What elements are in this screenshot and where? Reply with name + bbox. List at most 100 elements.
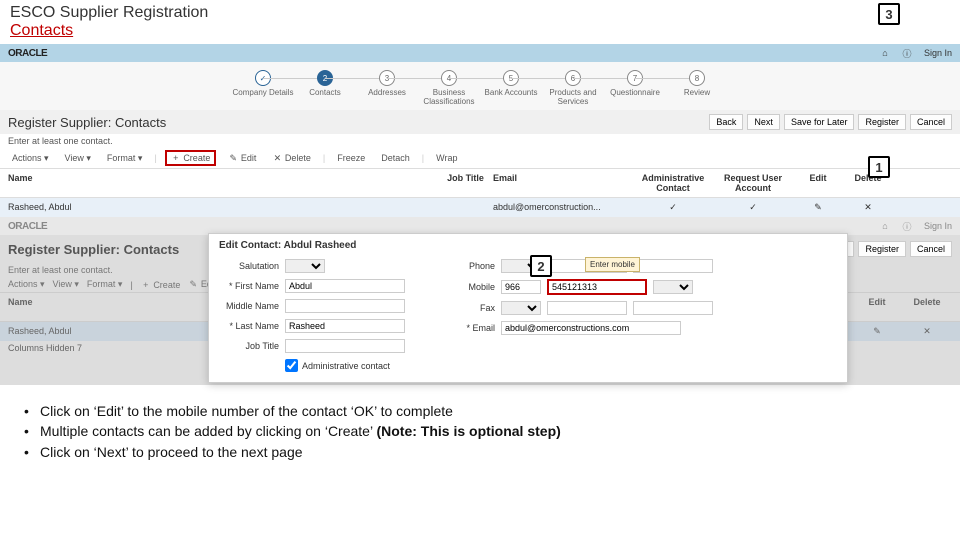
th-edit: Edit [793,173,843,193]
hint-text: Enter at least one contact. [0,134,960,148]
phone-number-input[interactable] [633,259,713,273]
step-8-circle: 8 [689,70,705,86]
step-6-label: Products and Services [542,88,604,106]
view-menu[interactable]: View ▾ [61,152,95,165]
callout-2: 2 [530,255,552,277]
toolbar: Actions ▾ View ▾ Format ▾ | Create Edit … [0,148,960,168]
delete-row-icon [922,326,932,337]
bullet-1: Click on ‘Edit’ to the mobile number of … [24,401,940,421]
modal-title: Edit Contact: Abdul Rasheed [219,240,837,251]
fax-area-input[interactable] [547,301,627,315]
x-icon [272,153,282,164]
job-title-input[interactable] [285,339,405,353]
stepper: Company Details 2Contacts 3Addresses 4Bu… [0,62,960,110]
th-name: Name [8,173,438,193]
bullet-2: Multiple contacts can be added by clicki… [24,421,940,441]
mobile-cc-input[interactable] [501,280,541,294]
middle-name-input[interactable] [285,299,405,313]
table-header: Name Job Title Email Administrative Cont… [0,168,960,198]
step-3-label: Addresses [356,88,418,97]
label-last: Last Name [219,321,279,331]
label-job: Job Title [219,341,279,351]
edit-button[interactable]: Edit [224,152,260,165]
salutation-select[interactable] [285,259,325,273]
create-button[interactable]: Create [165,150,217,166]
plus-icon [171,153,181,163]
format-menu: Format ▾ [87,279,123,290]
label-first: First Name [219,281,279,291]
cell-email: abdul@omerconstruction... [493,202,633,213]
edit-row-icon [872,326,882,337]
th-email: Email [493,173,633,193]
info-icon[interactable] [902,47,912,60]
step-7-label: Questionnaire [604,88,666,97]
slide-subtitle: Contacts [10,22,950,40]
label-middle: Middle Name [219,301,279,311]
back-button[interactable]: Back [709,114,743,130]
page-title: Register Supplier: Contacts [8,115,166,130]
fax-cc-select[interactable] [501,301,541,315]
register-button[interactable]: Register [858,114,906,130]
step-5-label: Bank Accounts [480,88,542,97]
th-job: Job Title [438,173,493,193]
step-4-label: Business Classifications [418,88,480,106]
check-icon [668,202,678,213]
th-edit: Edit [852,297,902,317]
cancel-button[interactable]: Cancel [910,114,952,130]
slide-title: ESCO Supplier Registration [10,4,950,22]
freeze-button[interactable]: Freeze [333,152,369,164]
first-name-input[interactable] [285,279,405,293]
cancel-button: Cancel [910,241,952,257]
cell-name: Rasheed, Abdul [8,202,438,213]
step-8-label: Review [666,88,728,97]
home-icon[interactable] [880,48,890,58]
delete-row-icon[interactable] [863,202,873,213]
wrap-button[interactable]: Wrap [432,152,461,164]
home-icon [880,221,890,231]
actions-menu[interactable]: Actions ▾ [8,152,53,165]
mobile-number-input[interactable] [547,279,647,295]
detach-button[interactable]: Detach [377,152,414,164]
register-button: Register [858,241,906,257]
email-input[interactable] [501,321,681,335]
label-phone: Phone [435,261,495,271]
oracle-header: ORACLE Sign In [0,44,960,62]
table-row[interactable]: Rasheed, Abdul abdul@omerconstruction... [0,198,960,217]
signin-link[interactable]: Sign In [924,48,952,58]
last-name-input[interactable] [285,319,405,333]
signin-link: Sign In [924,221,952,231]
label-email: Email [435,323,495,333]
actions-menu: Actions ▾ [8,279,45,290]
label-salutation: Salutation [219,261,279,271]
th-req: Request User Account [713,173,793,193]
view-menu: View ▾ [53,279,79,290]
edit-row-icon[interactable] [813,202,823,213]
step-2-label: Contacts [294,88,356,97]
mobile-tooltip: Enter mobile [585,257,640,272]
mobile-ext-select[interactable] [653,280,693,294]
format-menu[interactable]: Format ▾ [103,152,147,165]
bullet-3: Click on ‘Next’ to proceed to the next p… [24,442,940,462]
create-button: Create [141,280,181,290]
admin-checkbox[interactable] [285,359,298,372]
info-icon [902,220,912,233]
check-icon [748,202,758,213]
next-button[interactable]: Next [747,114,780,130]
th-admin: Administrative Contact [633,173,713,193]
label-admin: Administrative contact [302,361,390,371]
label-mobile: Mobile [435,282,495,292]
step-1-label: Company Details [232,88,294,97]
callout-1: 1 [868,156,890,178]
edit-contact-modal: Edit Contact: Abdul Rasheed Salutation F… [208,233,848,383]
oracle-logo: ORACLE [8,48,47,59]
th-del: Delete [902,297,952,317]
delete-button[interactable]: Delete [268,152,315,165]
save-button[interactable]: Save for Later [784,114,855,130]
label-fax: Fax [435,303,495,313]
instructions: Click on ‘Edit’ to the mobile number of … [0,385,960,462]
oracle-logo: ORACLE [8,221,47,232]
page-title: Register Supplier: Contacts [8,242,179,257]
fax-number-input[interactable] [633,301,713,315]
pencil-icon [228,153,238,164]
callout-3: 3 [878,3,900,25]
